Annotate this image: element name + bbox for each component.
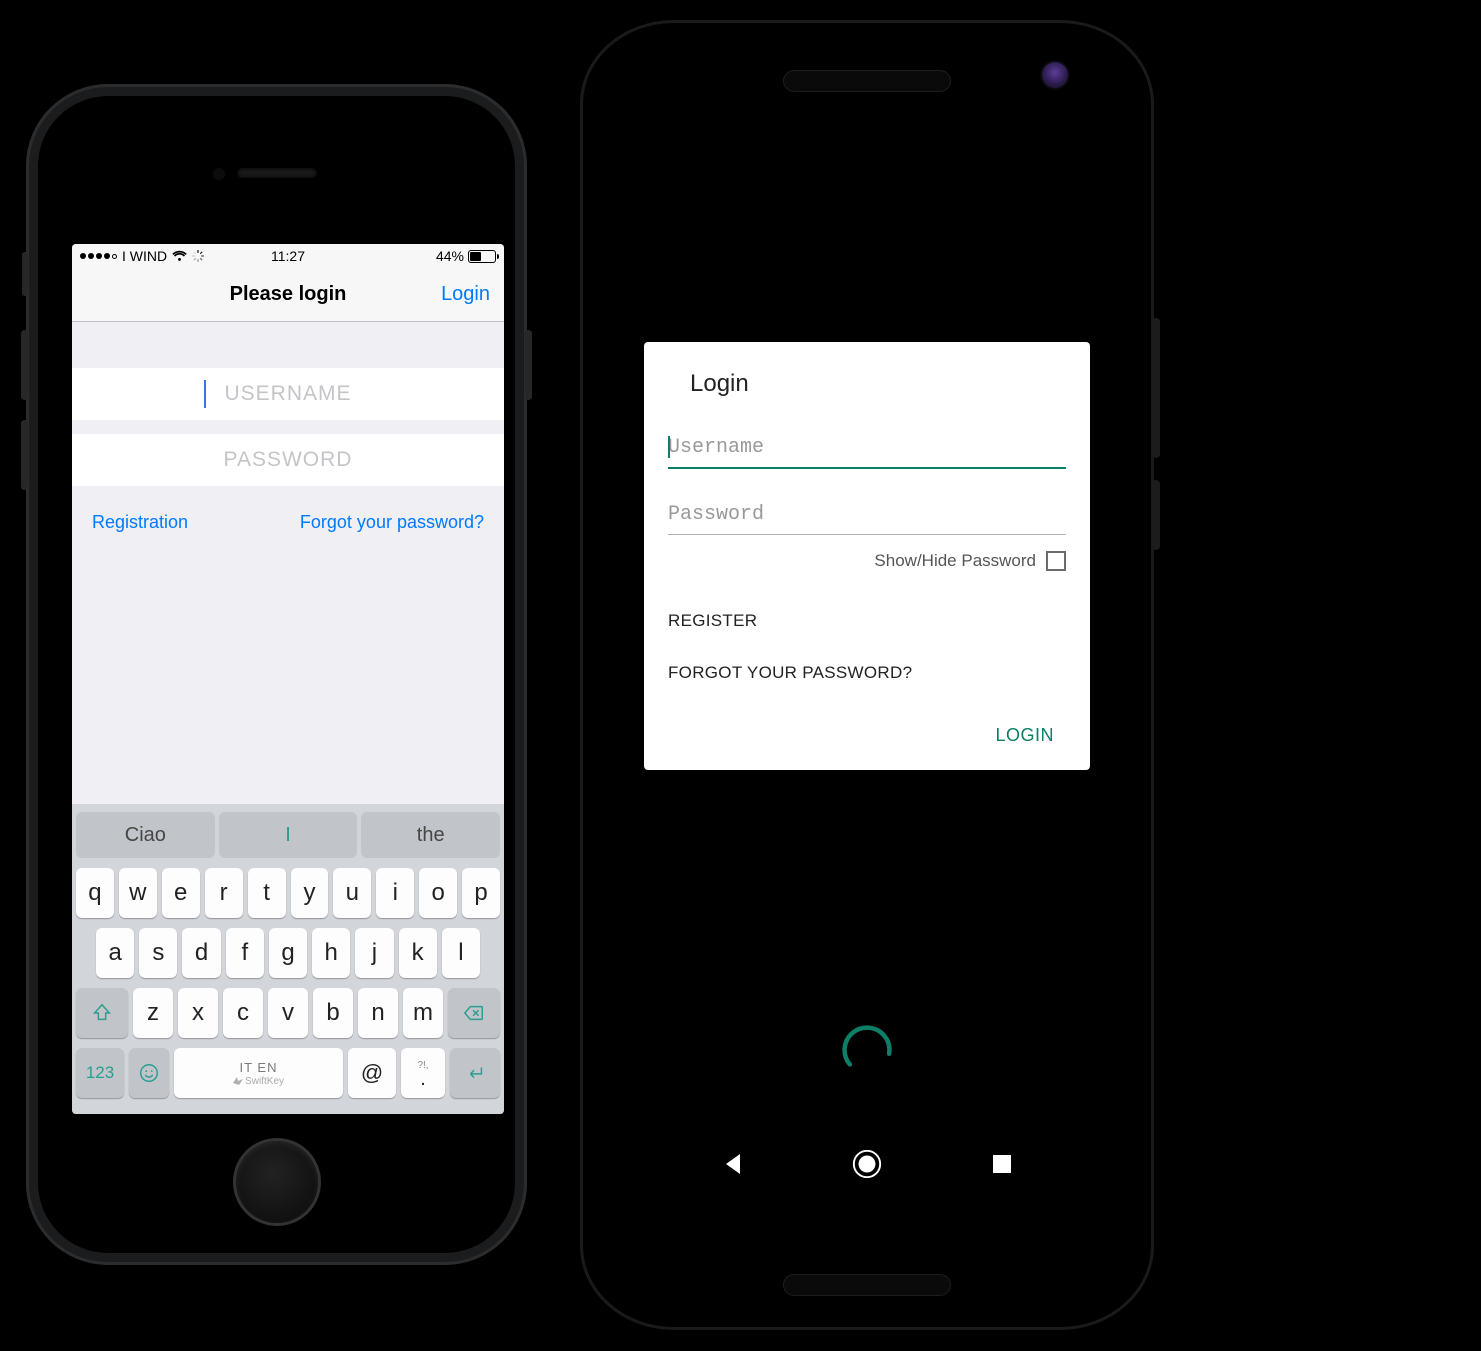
earpiece-speaker: [237, 168, 317, 178]
ios-status-bar: I WIND 11:27 44%: [72, 244, 504, 268]
clock-label: 11:27: [271, 248, 305, 264]
wifi-icon: [172, 250, 187, 262]
key-e[interactable]: e: [162, 868, 200, 918]
registration-link[interactable]: Registration: [92, 512, 188, 533]
show-hide-password-label: Show/Hide Password: [874, 551, 1036, 571]
ios-keyboard: Ciao I the q w e r t y u i o p a: [72, 804, 504, 1114]
page-title: Please login: [230, 283, 347, 306]
key-c[interactable]: c: [223, 988, 263, 1038]
key-f[interactable]: f: [226, 928, 264, 978]
login-dialog: Login Username Password Show/Hide Passwo…: [644, 342, 1090, 770]
loading-spinner-icon: [192, 250, 204, 262]
ios-screen: I WIND 11:27 44% Please login Login: [72, 244, 504, 1114]
key-n[interactable]: n: [358, 988, 398, 1038]
android-device-frame: Login Username Password Show/Hide Passwo…: [580, 20, 1154, 1330]
power-button: [525, 330, 532, 400]
password-placeholder: PASSWORD: [224, 448, 353, 472]
home-button[interactable]: [851, 1148, 883, 1180]
key-y[interactable]: y: [291, 868, 329, 918]
front-camera: [213, 168, 225, 180]
iphone-device-frame: I WIND 11:27 44% Please login Login: [26, 84, 527, 1265]
mute-switch: [22, 252, 28, 296]
space-brand-label: SwiftKey: [233, 1076, 284, 1087]
register-button[interactable]: REGISTER: [668, 611, 1066, 631]
key-x[interactable]: x: [178, 988, 218, 1038]
key-l[interactable]: l: [442, 928, 480, 978]
forgot-password-link[interactable]: Forgot your password?: [300, 512, 484, 533]
recent-apps-button[interactable]: [986, 1148, 1018, 1180]
space-language-label: IT EN: [240, 1060, 278, 1075]
dialog-title: Login: [668, 370, 1066, 398]
signal-strength-icon: [80, 253, 117, 259]
numbers-key[interactable]: 123: [76, 1048, 124, 1098]
key-p[interactable]: p: [462, 868, 500, 918]
forgot-password-button[interactable]: FORGOT YOUR PASSWORD?: [668, 663, 1066, 683]
backspace-key[interactable]: [448, 988, 500, 1038]
username-field[interactable]: USERNAME: [72, 368, 504, 420]
battery-percent-label: 44%: [436, 248, 464, 264]
power-button: [1152, 480, 1160, 550]
battery-icon: [468, 250, 496, 263]
ios-nav-bar: Please login Login: [72, 268, 504, 322]
key-d[interactable]: d: [182, 928, 220, 978]
key-r[interactable]: r: [205, 868, 243, 918]
loading-spinner-icon: [839, 1022, 895, 1078]
android-screen: Login Username Password Show/Hide Passwo…: [614, 142, 1120, 1212]
key-a[interactable]: a: [96, 928, 134, 978]
earpiece-speaker: [783, 70, 951, 92]
key-m[interactable]: m: [403, 988, 443, 1038]
username-placeholder: USERNAME: [224, 382, 351, 406]
password-field[interactable]: PASSWORD: [72, 434, 504, 486]
volume-down-button: [21, 420, 28, 490]
key-b[interactable]: b: [313, 988, 353, 1038]
text-cursor: [668, 436, 670, 458]
at-key[interactable]: @: [348, 1048, 396, 1098]
suggestion-1[interactable]: Ciao: [76, 812, 215, 858]
key-k[interactable]: k: [399, 928, 437, 978]
key-t[interactable]: t: [248, 868, 286, 918]
suggestion-2[interactable]: I: [219, 812, 358, 858]
volume-up-button: [21, 330, 28, 400]
username-placeholder: Username: [668, 436, 1066, 465]
space-key[interactable]: IT EN SwiftKey: [174, 1048, 343, 1098]
shift-key[interactable]: [76, 988, 128, 1038]
key-w[interactable]: w: [119, 868, 157, 918]
emoji-key[interactable]: [129, 1048, 169, 1098]
key-g[interactable]: g: [269, 928, 307, 978]
bottom-speaker: [783, 1274, 951, 1296]
password-placeholder: Password: [668, 503, 1066, 532]
key-u[interactable]: u: [333, 868, 371, 918]
username-field[interactable]: Username: [668, 436, 1066, 469]
key-j[interactable]: j: [355, 928, 393, 978]
key-s[interactable]: s: [139, 928, 177, 978]
home-button[interactable]: [236, 1141, 318, 1223]
key-o[interactable]: o: [419, 868, 457, 918]
login-button[interactable]: LOGIN: [668, 715, 1066, 752]
suggestion-3[interactable]: the: [361, 812, 500, 858]
punctuation-key[interactable]: ?!, .: [401, 1048, 445, 1098]
show-hide-password-checkbox[interactable]: [1046, 551, 1066, 571]
volume-rocker: [1152, 318, 1160, 458]
carrier-label: I WIND: [122, 248, 167, 264]
key-q[interactable]: q: [76, 868, 114, 918]
password-field[interactable]: Password: [668, 503, 1066, 535]
login-button[interactable]: Login: [441, 283, 490, 306]
android-nav-bar: [614, 1134, 1120, 1194]
key-h[interactable]: h: [312, 928, 350, 978]
key-i[interactable]: i: [376, 868, 414, 918]
text-cursor: [204, 380, 206, 408]
front-camera: [1042, 62, 1068, 88]
back-button[interactable]: [717, 1148, 749, 1180]
key-v[interactable]: v: [268, 988, 308, 1038]
key-z[interactable]: z: [133, 988, 173, 1038]
keyboard-suggestions: Ciao I the: [76, 812, 500, 858]
return-key[interactable]: [450, 1048, 500, 1098]
